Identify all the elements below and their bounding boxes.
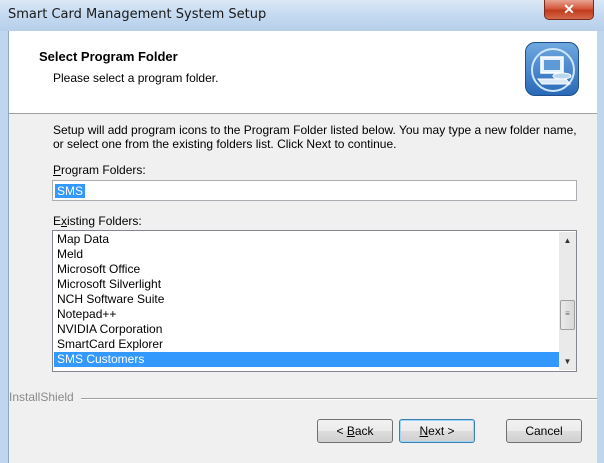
installshield-brand: InstallShield: [9, 390, 74, 404]
brand-divider: [81, 398, 597, 400]
program-folder-input[interactable]: SMS: [52, 180, 577, 201]
title-bar: Smart Card Management System Setup ✕: [0, 0, 604, 31]
list-item-selected[interactable]: SMS Customers: [54, 352, 559, 367]
label-text: rogram Folders:: [61, 163, 146, 177]
existing-folders-label: Existing Folders:: [53, 214, 142, 228]
next-button[interactable]: Next >: [399, 419, 475, 443]
window-frame-right: [597, 31, 604, 463]
window-frame-left: [0, 31, 8, 463]
existing-folders-list[interactable]: Map Data Meld Microsoft Office Microsoft…: [52, 230, 577, 372]
list-item[interactable]: Notepad++: [54, 307, 559, 322]
close-icon: ✕: [563, 1, 575, 17]
window-title: Smart Card Management System Setup: [8, 7, 267, 22]
button-accelerator: B: [346, 424, 355, 438]
list-item[interactable]: NCH Software Suite: [54, 292, 559, 307]
program-folder-value: SMS: [55, 184, 86, 198]
back-button[interactable]: < Back: [317, 419, 393, 443]
page-subtitle: Please select a program folder.: [53, 71, 219, 85]
description-text: Setup will add program icons to the Prog…: [53, 123, 577, 151]
button-text: ack: [354, 424, 374, 438]
list-item[interactable]: Microsoft Office: [54, 262, 559, 277]
list-item[interactable]: Map Data: [54, 232, 559, 247]
list-item[interactable]: SmartCard Explorer: [54, 337, 559, 352]
scroll-up-arrow-icon[interactable]: ▲: [559, 232, 576, 249]
scrollbar-thumb[interactable]: ≡: [560, 300, 575, 330]
program-folders-label: Program Folders:: [53, 163, 146, 177]
list-item[interactable]: NVIDIA Corporation: [54, 322, 559, 337]
vertical-scrollbar[interactable]: ▲ ≡ ▼: [559, 232, 576, 370]
scroll-down-arrow-icon[interactable]: ▼: [559, 353, 576, 370]
label-accelerator: P: [53, 163, 62, 177]
page-title: Select Program Folder: [39, 49, 178, 64]
button-accelerator: N: [419, 424, 429, 438]
button-text: ext >: [428, 424, 455, 438]
list-item[interactable]: Meld: [54, 247, 559, 262]
label-text: isting Folders:: [67, 214, 142, 228]
cancel-button[interactable]: Cancel: [506, 419, 582, 443]
setup-computer-icon: [525, 42, 579, 96]
list-item[interactable]: Microsoft Silverlight: [54, 277, 559, 292]
dialog-client-area: Select Program Folder Please select a pr…: [8, 31, 597, 463]
button-text-pre: <: [336, 424, 347, 438]
close-button[interactable]: ✕: [544, 0, 594, 20]
header-panel: Select Program Folder Please select a pr…: [9, 31, 597, 114]
label-text-pre: E: [53, 214, 62, 228]
